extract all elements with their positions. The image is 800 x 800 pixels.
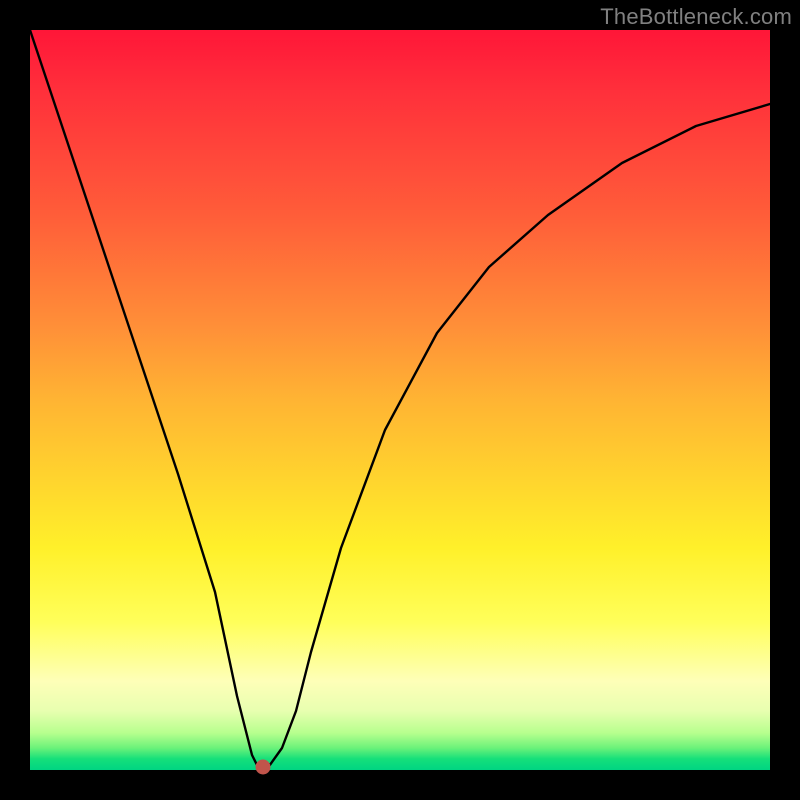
chart-frame: TheBottleneck.com (0, 0, 800, 800)
watermark-text: TheBottleneck.com (600, 4, 792, 30)
bottleneck-curve (30, 30, 770, 769)
optimal-marker (256, 760, 271, 775)
curve-svg (30, 30, 770, 770)
plot-area (30, 30, 770, 770)
